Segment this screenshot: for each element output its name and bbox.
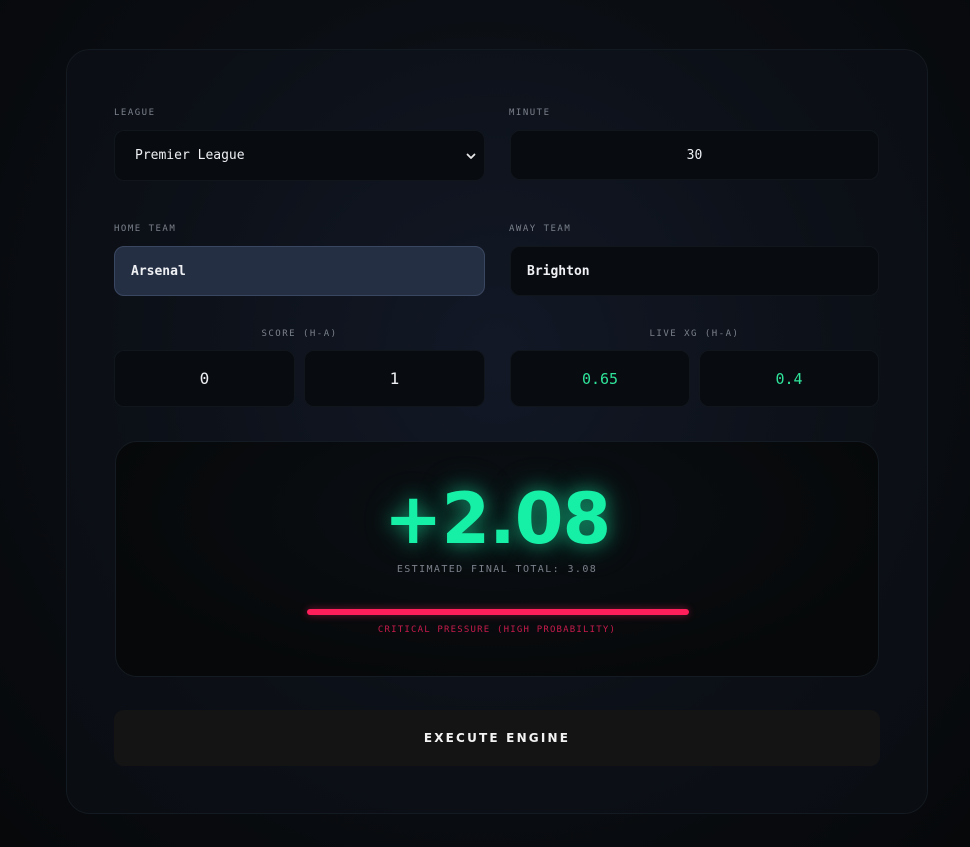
home-team-value: Arsenal [131, 263, 186, 279]
estimated-total-text: ESTIMATED FINAL TOTAL: 3.08 [396, 564, 598, 575]
home-team-input[interactable]: Arsenal [114, 246, 485, 296]
minute-label: MINUTE [509, 108, 551, 118]
goal-delta-value: +2.08 [383, 478, 611, 560]
result-card: +2.08 ESTIMATED FINAL TOTAL: 3.08 CRITIC… [115, 441, 879, 677]
xg-away-value: 0.4 [775, 369, 803, 388]
home-team-label: HOME TEAM [114, 224, 177, 234]
score-away-input[interactable]: 1 [304, 350, 485, 407]
away-team-input[interactable]: Brighton [510, 246, 879, 296]
xg-home-value: 0.65 [581, 369, 619, 388]
score-away-value: 1 [389, 369, 400, 388]
live-xg-label: LIVE XG (H-A) [649, 329, 740, 339]
pressure-status-text: CRITICAL PRESSURE (HIGH PROBABILITY) [377, 625, 617, 635]
minute-input[interactable]: 30 [510, 130, 879, 180]
score-home-value: 0 [199, 369, 210, 388]
score-home-input[interactable]: 0 [114, 350, 295, 407]
xg-away-input[interactable]: 0.4 [699, 350, 879, 407]
away-team-value: Brighton [527, 263, 590, 279]
pressure-bar [307, 609, 689, 615]
xg-home-input[interactable]: 0.65 [510, 350, 690, 407]
minute-value: 30 [686, 147, 703, 163]
league-label: LEAGUE [114, 108, 156, 118]
chevron-down-icon [464, 149, 478, 163]
score-label: SCORE (H-A) [261, 329, 338, 339]
execute-engine-button[interactable]: EXECUTE ENGINE [114, 710, 880, 766]
league-select-value: Premier League [135, 148, 245, 163]
away-team-label: AWAY TEAM [509, 224, 572, 234]
league-select[interactable]: Premier League [114, 130, 485, 181]
